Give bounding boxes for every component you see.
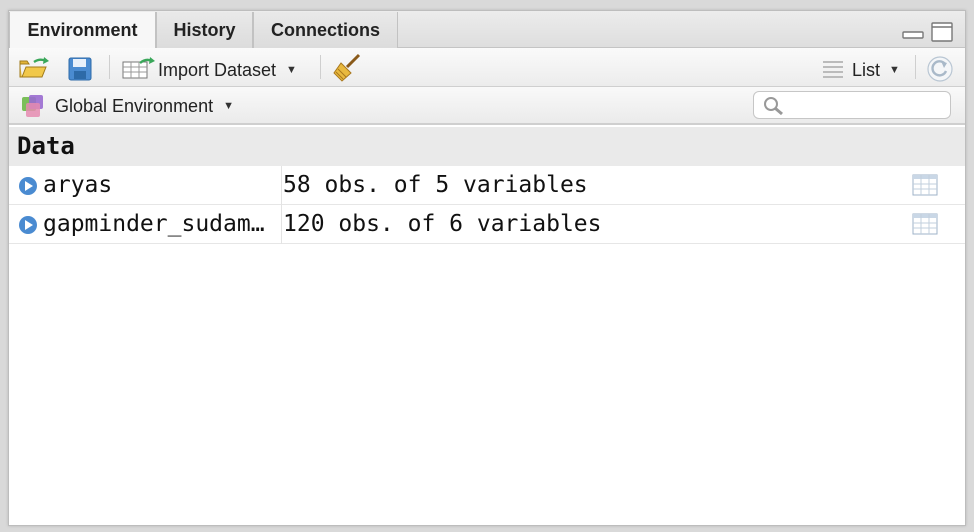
data-section-header: Data <box>9 127 965 166</box>
object-name: gapminder_sudam… <box>43 211 265 237</box>
refresh-icon[interactable] <box>926 55 954 83</box>
tab-connections[interactable]: Connections <box>253 12 398 48</box>
view-mode-label: List <box>852 59 881 80</box>
object-value: 120 obs. of 6 variables <box>283 211 602 237</box>
table-grid-icon[interactable] <box>912 174 938 196</box>
toolbar-separator <box>109 55 110 79</box>
expand-arrow-icon[interactable] <box>18 215 38 235</box>
import-dataset-button[interactable]: Import Dataset ▼ <box>158 58 297 82</box>
object-value: 58 obs. of 5 variables <box>283 172 588 198</box>
global-env-icon <box>22 95 43 117</box>
broom-icon[interactable] <box>332 53 362 83</box>
search-icon <box>764 97 783 116</box>
chevron-down-icon: ▼ <box>286 64 297 76</box>
toolbar-separator <box>320 55 321 79</box>
search-input[interactable] <box>788 94 947 118</box>
import-dataset-label: Import Dataset <box>158 59 277 80</box>
environment-pane: Environment History Connections Import D… <box>8 10 966 526</box>
environment-selector-label: Global Environment <box>55 95 214 116</box>
toolbar: Import Dataset ▼ List ▼ <box>9 48 965 87</box>
tab-bar: Environment History Connections <box>9 11 965 49</box>
search-box[interactable] <box>753 91 951 119</box>
environment-selector[interactable]: Global Environment ▼ <box>55 94 234 118</box>
open-folder-icon[interactable] <box>18 56 52 80</box>
chevron-down-icon: ▼ <box>889 64 900 76</box>
table-row[interactable]: aryas 58 obs. of 5 variables <box>9 166 965 205</box>
chevron-down-icon: ▼ <box>223 100 234 112</box>
section-title: Data <box>17 132 75 160</box>
column-divider <box>281 166 282 205</box>
save-icon[interactable] <box>68 57 92 81</box>
minimize-icon[interactable] <box>902 22 924 40</box>
table-grid-icon[interactable] <box>912 213 938 235</box>
expand-arrow-icon[interactable] <box>18 176 38 196</box>
table-row[interactable]: gapminder_sudam… 120 obs. of 6 variables <box>9 205 965 244</box>
environment-bar: Global Environment ▼ <box>9 87 965 125</box>
tab-environment[interactable]: Environment <box>9 12 156 49</box>
view-mode-dropdown[interactable]: List ▼ <box>852 58 900 82</box>
import-table-icon <box>122 57 155 79</box>
list-icon <box>823 61 843 78</box>
column-divider <box>281 205 282 244</box>
toolbar-separator <box>915 55 916 79</box>
maximize-icon[interactable] <box>931 22 953 42</box>
tab-history[interactable]: History <box>156 12 253 48</box>
object-name: aryas <box>43 172 113 198</box>
